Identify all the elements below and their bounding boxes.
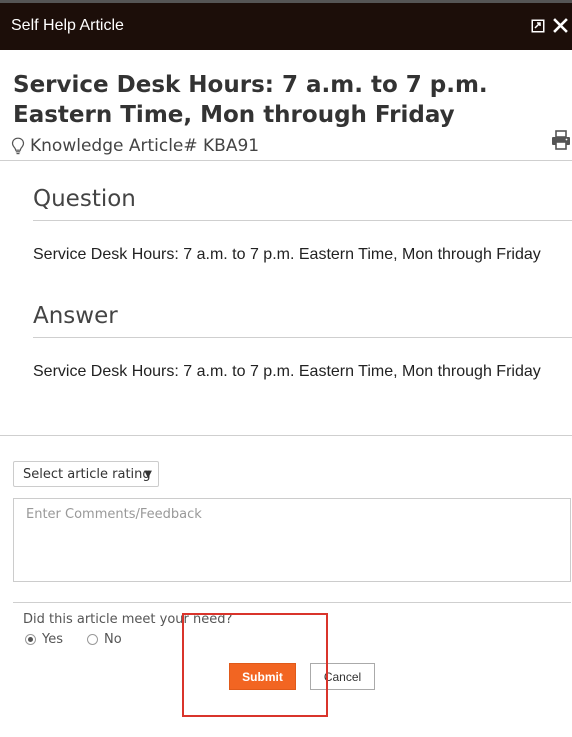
article-title: Service Desk Hours: 7 a.m. to 7 p.m. Eas… (13, 72, 488, 128)
feedback-divider (13, 602, 571, 603)
kb-line: Knowledge Article# KBA91 (11, 135, 259, 157)
question-divider (33, 220, 572, 221)
radio-no-button[interactable] (87, 633, 98, 645)
window-titlebar: Self Help Article (0, 0, 572, 50)
comments-textarea[interactable]: Enter Comments/Feedback (13, 498, 571, 582)
kb-number: Knowledge Article# KBA91 (30, 136, 260, 156)
close-icon[interactable] (553, 18, 568, 33)
answer-text: Service Desk Hours: 7 a.m. to 7 p.m. Eas… (33, 363, 541, 380)
answer-heading: Answer (33, 303, 118, 329)
radio-no-label: No (104, 631, 122, 647)
content-divider (0, 435, 572, 436)
dropdown-arrow-icon: ▼ (144, 468, 152, 480)
submit-button[interactable]: Submit (229, 663, 296, 690)
radio-yes[interactable]: Yes (25, 630, 63, 648)
rating-select-value: Select article rating (23, 466, 151, 482)
window-title: Self Help Article (11, 17, 124, 34)
print-icon[interactable] (551, 130, 571, 150)
need-question: Did this article meet your need? (23, 612, 233, 627)
question-heading: Question (33, 186, 136, 212)
answer-divider (33, 337, 572, 338)
radio-yes-label: Yes (42, 631, 63, 647)
radio-no[interactable]: No (87, 630, 122, 648)
cancel-button[interactable]: Cancel (310, 663, 375, 690)
lightbulb-icon (11, 137, 25, 155)
header-divider (0, 160, 572, 161)
radio-yes-button[interactable] (25, 633, 36, 645)
article-rating-select[interactable]: Select article rating ▼ (13, 461, 159, 487)
question-text: Service Desk Hours: 7 a.m. to 7 p.m. Eas… (33, 246, 541, 263)
maximize-icon[interactable] (531, 19, 545, 33)
comments-placeholder: Enter Comments/Feedback (26, 507, 202, 522)
